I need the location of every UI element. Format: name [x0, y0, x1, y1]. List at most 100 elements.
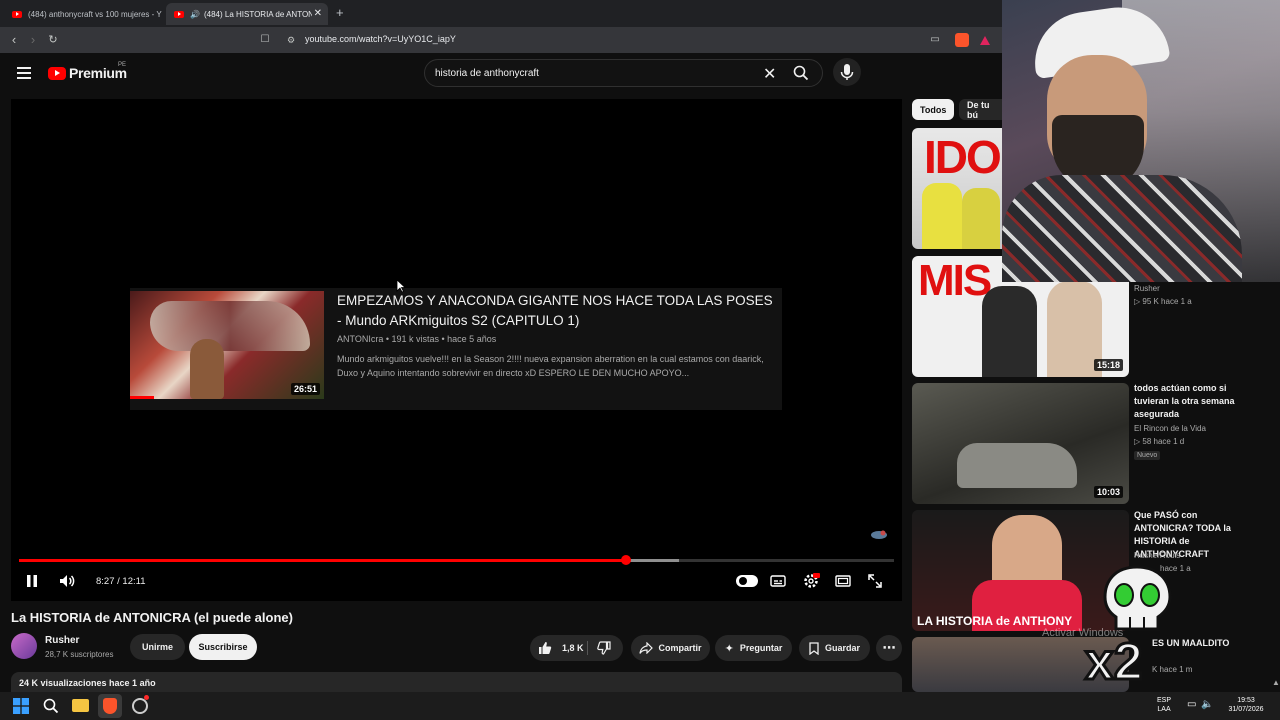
- skull-icon: [1100, 565, 1175, 635]
- youtube-icon: [174, 10, 184, 18]
- windows-start-icon[interactable]: [13, 698, 29, 714]
- clock-time: 19:53: [1237, 697, 1255, 704]
- sidebar-thumbnail[interactable]: LA HISTORIA de ANTHONY: [912, 510, 1129, 631]
- forward-icon[interactable]: ›: [24, 31, 42, 49]
- fullscreen-icon[interactable]: [867, 572, 883, 590]
- thumb-text: LA HISTORIA de ANTHONY: [917, 614, 1073, 628]
- app-icon[interactable]: [132, 698, 148, 714]
- scrubber-handle[interactable]: [621, 555, 632, 565]
- speaker-icon: 🔊: [190, 9, 200, 19]
- dinosaur-shape: [150, 301, 310, 351]
- settings-icon[interactable]: [802, 572, 820, 590]
- clear-search-icon[interactable]: ✕: [763, 64, 776, 84]
- subtitles-icon[interactable]: [770, 572, 786, 590]
- person-figure: [982, 286, 1037, 377]
- microphone-icon: [840, 64, 854, 80]
- volume-icon[interactable]: [58, 572, 76, 590]
- join-button[interactable]: Unirme: [130, 634, 185, 660]
- network-icon[interactable]: ▭: [1187, 699, 1196, 710]
- browser-tab[interactable]: (484) anthonycraft vs 100 mujeres - Y: [4, 3, 164, 25]
- channel-name[interactable]: Rusher: [45, 635, 79, 646]
- brave-rewards-icon[interactable]: [980, 36, 990, 45]
- browser-tab-active[interactable]: 🔊 (484) La HISTORIA de ANTON ✕: [166, 3, 328, 25]
- menu-icon[interactable]: [17, 67, 31, 79]
- activate-windows-watermark: Activar Windows: [1042, 627, 1124, 639]
- sidebar-title[interactable]: ES UN MAALDITO: [1152, 637, 1272, 650]
- multiplier-text: x2: [1084, 632, 1145, 693]
- search-box[interactable]: historia de anthonycraft ✕: [424, 59, 823, 87]
- chip-all[interactable]: Todos: [912, 99, 955, 120]
- file-explorer-icon[interactable]: [72, 699, 89, 712]
- language-indicator[interactable]: ESP LAA: [1157, 696, 1171, 714]
- watched-bar: [130, 396, 154, 399]
- more-actions-icon[interactable]: ⋯: [876, 635, 902, 661]
- sidebar-meta: K hace 1 m: [1152, 665, 1193, 674]
- person-figure: [962, 188, 1000, 249]
- sidebar-channel[interactable]: Rusher: [1134, 284, 1160, 293]
- new-badge: Nuevo: [1134, 451, 1161, 460]
- like-icon[interactable]: [538, 641, 552, 655]
- clock[interactable]: 19:53 31/07/2026: [1224, 696, 1268, 714]
- address-bar: ‹ › ↻ ☐ ⚙ youtube.com/watch?v=UyYO1C_iap…: [0, 27, 1002, 53]
- endscreen-thumbnail[interactable]: 26:51: [130, 291, 324, 399]
- subscriber-count: 28,7 K suscriptores: [45, 650, 114, 659]
- endscreen-card[interactable]: 26:51 EMPEZAMOS Y ANACONDA GIGANTE NOS H…: [130, 288, 782, 410]
- voice-search-button[interactable]: [833, 58, 861, 86]
- share-icon: [639, 642, 654, 654]
- thumb-text: MIS: [918, 256, 992, 305]
- sidebar-title[interactable]: todos actúan como si tuvieran la otra se…: [1134, 382, 1254, 421]
- search-icon[interactable]: [793, 65, 809, 81]
- brave-shield-icon[interactable]: [955, 33, 969, 47]
- shirt-shape: [1002, 175, 1242, 282]
- endscreen-meta: ANTONIcra • 191 k vistas • hace 5 años: [337, 334, 497, 344]
- thumb-text: IDO: [924, 131, 1002, 183]
- windows-taskbar: ESP LAA ▭ 🔈 19:53 31/07/2026 ▲: [0, 678, 1280, 720]
- endscreen-description: Mundo arkmiguitos vuelve!!! en la Season…: [337, 354, 764, 378]
- duration-badge: 10:03: [1093, 486, 1123, 498]
- youtube-icon: [12, 10, 22, 18]
- ask-button[interactable]: ✦ Preguntar: [715, 635, 792, 661]
- brave-browser-icon[interactable]: [103, 698, 117, 714]
- site-info-icon[interactable]: ⚙: [282, 31, 300, 49]
- sidebar-meta: ▷ 58 hace 1 d: [1134, 437, 1185, 446]
- sidebar-thumbnail[interactable]: 10:03: [912, 383, 1129, 504]
- back-icon[interactable]: ‹: [5, 31, 23, 49]
- bookmark-save-icon: [809, 641, 819, 655]
- scroll-up-icon[interactable]: ▲: [1272, 678, 1280, 687]
- youtube-logo[interactable]: Premium PE: [48, 62, 127, 81]
- bookmark-icon[interactable]: ☐: [256, 31, 274, 49]
- theater-mode-icon[interactable]: [835, 572, 851, 590]
- ask-label: Preguntar: [739, 643, 783, 653]
- layout-code: LAA: [1157, 706, 1171, 713]
- search-input[interactable]: historia de anthonycraft: [435, 68, 539, 79]
- channel-watermark-icon[interactable]: [869, 527, 889, 539]
- sidebar-channel[interactable]: RusherRouls: [1134, 551, 1180, 560]
- new-tab-icon[interactable]: +: [336, 5, 344, 20]
- description-box[interactable]: 24 K visualizaciones hace 1 año: [11, 672, 902, 692]
- notification-dot-icon: [144, 695, 149, 700]
- endscreen-title[interactable]: EMPEZAMOS Y ANACONDA GIGANTE NOS HACE TO…: [337, 291, 777, 331]
- search-icon[interactable]: [43, 698, 59, 714]
- close-tab-icon[interactable]: ✕: [314, 8, 322, 19]
- progress-bar[interactable]: [19, 555, 894, 565]
- autoplay-toggle[interactable]: [736, 575, 758, 587]
- screen-cast-icon[interactable]: ▭: [926, 31, 944, 49]
- sidebar-channel[interactable]: El Rincon de la Vida: [1134, 424, 1206, 433]
- subscribe-button[interactable]: Suscribirse: [189, 634, 257, 660]
- volume-tray-icon[interactable]: 🔈: [1201, 699, 1213, 710]
- like-count[interactable]: 1,8 K: [562, 643, 584, 653]
- channel-avatar[interactable]: [11, 633, 37, 659]
- url-text[interactable]: youtube.com/watch?v=UyYO1C_iapY: [305, 34, 456, 44]
- share-button[interactable]: Compartir: [631, 635, 710, 661]
- video-player[interactable]: 26:51 EMPEZAMOS Y ANACONDA GIGANTE NOS H…: [11, 99, 902, 601]
- youtube-header: Premium PE historia de anthonycraft ✕: [0, 53, 1002, 98]
- person-figure: [922, 183, 962, 249]
- save-button[interactable]: Guardar: [799, 635, 870, 661]
- youtube-play-icon: [48, 66, 66, 80]
- reload-icon[interactable]: ↻: [44, 31, 62, 49]
- sidebar-meta: ▷ 95 K hace 1 a: [1134, 297, 1192, 306]
- car-figure: [957, 443, 1077, 488]
- divider: [587, 641, 588, 655]
- pause-icon[interactable]: [26, 572, 38, 590]
- dislike-icon[interactable]: [597, 641, 611, 655]
